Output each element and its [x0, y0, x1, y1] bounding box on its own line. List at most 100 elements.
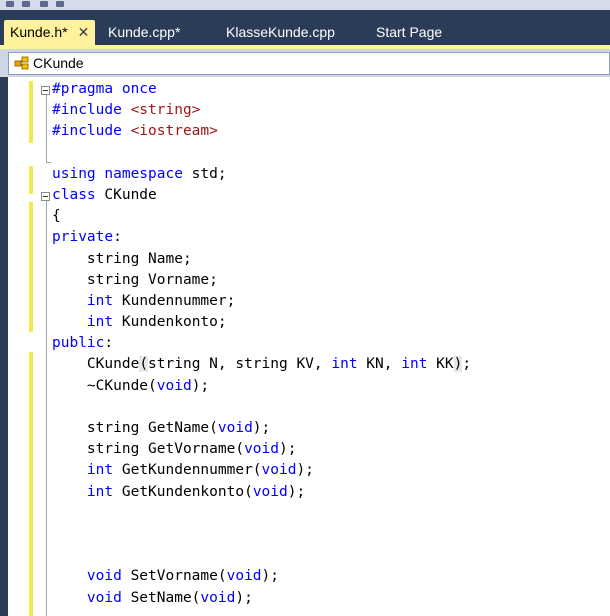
code-keyword: int: [86, 292, 114, 309]
document-tab-bar: Kunde.h* ✕ Kunde.cpp* KlasseKunde.cpp Sta…: [0, 10, 610, 45]
code-token: GetKundennummer(: [113, 462, 262, 479]
code-line[interactable]: [52, 524, 471, 545]
change-marker: [29, 81, 33, 143]
code-keyword: void: [217, 420, 253, 436]
code-line[interactable]: [52, 143, 471, 164]
tab-kunde-cpp[interactable]: Kunde.cpp*: [102, 20, 186, 45]
code-keyword: private: [52, 229, 114, 246]
code-token: );: [261, 568, 279, 585]
code-line[interactable]: public:: [52, 333, 471, 354]
tab-klassekunde-cpp[interactable]: KlasseKunde.cpp: [220, 20, 341, 45]
class-dropdown[interactable]: CKunde: [8, 52, 610, 75]
code-keyword: int: [401, 356, 428, 373]
code-token: SetName(: [121, 589, 201, 606]
code-keyword: void: [244, 441, 279, 458]
code-token: (: [139, 356, 149, 373]
code-string: <iostream>: [130, 123, 218, 140]
code-keyword: #include: [52, 123, 131, 140]
code-line[interactable]: {: [52, 206, 471, 227]
code-token: CKunde: [52, 356, 140, 373]
code-line[interactable]: int Kundenkonto;: [52, 312, 471, 333]
code-string: <string>: [130, 102, 201, 119]
code-token: KK: [427, 356, 454, 373]
code-keyword: void: [86, 589, 122, 606]
tab-label: Start Page: [376, 24, 443, 40]
source-code[interactable]: #pragma once #include <string> #include <i…: [52, 79, 471, 609]
code-token: ;: [462, 356, 472, 373]
toolbar-icon[interactable]: [40, 1, 48, 7]
code-line[interactable]: int GetKundennummer(void);: [52, 460, 471, 481]
class-name: CKunde: [33, 55, 84, 71]
code-line[interactable]: int GetKundenkonto(void);: [52, 482, 471, 503]
code-keyword: using namespace: [52, 165, 183, 182]
code-token: GetKundenkonto(: [113, 483, 253, 500]
code-line[interactable]: int Kundennummer;: [52, 291, 471, 312]
code-token: );: [235, 589, 253, 606]
code-line[interactable]: [52, 503, 471, 524]
code-keyword: class: [52, 186, 96, 203]
change-marker: [29, 202, 33, 332]
code-line[interactable]: string Name;: [52, 249, 471, 270]
code-line[interactable]: using namespace std;: [52, 164, 471, 185]
tab-label: KlasseKunde.cpp: [226, 24, 335, 40]
code-token: ~CKunde(: [52, 377, 157, 394]
code-keyword: void: [156, 377, 192, 394]
tab-kunde-h[interactable]: Kunde.h* ✕: [4, 20, 96, 45]
code-token: string N, string KV,: [148, 356, 332, 373]
close-icon[interactable]: ✕: [78, 20, 90, 45]
toolbar-icon[interactable]: [6, 1, 14, 7]
code-keyword: void: [226, 568, 262, 585]
code-token: Kundennummer;: [113, 292, 236, 309]
change-marker: [29, 166, 33, 194]
code-token: SetVorname(: [121, 568, 227, 585]
code-line[interactable]: void SetVorname(void);: [52, 566, 471, 587]
code-line[interactable]: #pragma once: [52, 79, 471, 100]
code-line[interactable]: [52, 397, 471, 418]
code-line[interactable]: #include <iostream>: [52, 121, 471, 142]
class-icon: [14, 56, 29, 70]
code-token: :: [104, 335, 114, 352]
outline-guide: [46, 162, 51, 163]
code-line[interactable]: ~CKunde(void);: [52, 376, 471, 397]
code-line[interactable]: CKunde(string N, string KV, int KN, int …: [52, 354, 471, 375]
code-line[interactable]: void SetName(void);: [52, 588, 471, 609]
code-keyword: #include: [52, 102, 131, 119]
code-editor[interactable]: #pragma once #include <string> #include <i…: [8, 77, 610, 616]
code-line[interactable]: private:: [52, 227, 471, 248]
code-token: string Vorname;: [52, 271, 218, 288]
code-keyword: void: [86, 568, 122, 585]
code-keyword: void: [252, 483, 288, 500]
code-token: );: [296, 462, 314, 479]
navigation-bar: CKunde: [0, 45, 610, 77]
code-keyword: int: [86, 483, 114, 500]
code-token: );: [278, 441, 297, 458]
code-keyword: int: [331, 356, 358, 373]
code-line[interactable]: string GetVorname(void);: [52, 439, 471, 460]
code-token: string GetVorname(: [52, 441, 245, 458]
tab-label: Kunde.cpp*: [108, 24, 181, 40]
toolbar-icon[interactable]: [56, 1, 64, 7]
outline-guide: [46, 201, 47, 616]
code-token: std;: [182, 165, 227, 182]
tab-label: Kunde.h*: [10, 24, 68, 40]
code-line[interactable]: #include <string>: [52, 100, 471, 121]
code-line[interactable]: class CKunde: [52, 185, 471, 206]
code-keyword: void: [261, 462, 297, 479]
code-keyword: int: [86, 314, 114, 331]
code-line[interactable]: string Vorname;: [52, 270, 471, 291]
code-token: KN,: [357, 356, 402, 373]
collapse-toggle[interactable]: [41, 86, 50, 95]
code-token: );: [191, 377, 210, 394]
code-token: string Name;: [52, 250, 192, 267]
tab-start-page[interactable]: Start Page: [370, 20, 448, 45]
code-token: :: [113, 229, 122, 246]
code-line[interactable]: string GetName(void);: [52, 418, 471, 439]
code-token: Kundenkonto;: [113, 314, 227, 331]
collapse-toggle[interactable]: [41, 192, 50, 201]
toolbar-icon[interactable]: [22, 1, 30, 7]
code-line[interactable]: [52, 545, 471, 566]
